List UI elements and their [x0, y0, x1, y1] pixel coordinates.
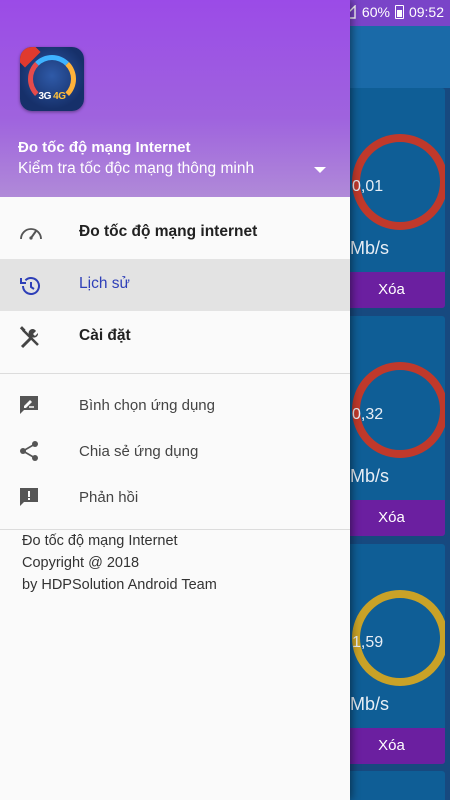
header-subtitle: Kiểm tra tốc độc mạng thông minh — [18, 160, 255, 177]
history-icon — [18, 273, 42, 297]
drawer-divider — [0, 373, 350, 374]
speedometer-icon — [18, 221, 42, 245]
feedback-icon — [18, 486, 40, 508]
speed-value: 0,32 — [352, 406, 384, 423]
menu-item-speed-test[interactable]: Đo tốc độ mạng internet — [0, 207, 350, 259]
battery-percent: 60% — [361, 4, 390, 20]
drawer-divider — [0, 529, 350, 530]
history-card[interactable]: 1,59 Mb/s Xóa — [338, 544, 445, 764]
speed-unit: Mb/s — [350, 694, 390, 714]
account-dropdown-icon[interactable] — [314, 167, 326, 173]
battery-icon — [394, 5, 404, 19]
delete-button[interactable]: Xóa — [338, 272, 445, 308]
history-card[interactable]: 0,32 Mb/s Xóa — [338, 316, 445, 536]
menu-item-label: Bình chọn ứng dụng — [79, 397, 215, 414]
menu-item-rate-app[interactable]: Bình chọn ứng dụng — [0, 384, 350, 428]
menu-item-label: Phản hồi — [79, 489, 139, 506]
tools-icon — [18, 325, 42, 349]
history-card[interactable] — [338, 771, 445, 800]
menu-item-settings[interactable]: Cài đặt — [0, 311, 350, 363]
footer-app-name: Đo tốc độ mạng Internet — [22, 533, 178, 549]
speed-value: 1,59 — [352, 634, 384, 651]
speed-value: 0,01 — [352, 178, 384, 195]
share-icon — [18, 440, 40, 462]
speed-unit: Mb/s — [350, 466, 390, 486]
history-card[interactable]: 0,01 Mb/s Xóa — [338, 88, 445, 308]
menu-item-label: Cài đặt — [79, 327, 131, 344]
menu-item-feedback[interactable]: Phản hồi — [0, 476, 350, 520]
navigation-drawer: 3G 4G Đo tốc độ mạng Internet Kiểm tra t… — [0, 0, 350, 800]
rate-icon — [18, 394, 40, 416]
menu-item-label: Chia sẻ ứng dụng — [79, 443, 199, 460]
app-logo: 3G 4G — [20, 47, 84, 111]
drawer-header: 3G 4G Đo tốc độ mạng Internet Kiểm tra t… — [0, 0, 350, 197]
menu-item-share-app[interactable]: Chia sẻ ứng dụng — [0, 430, 350, 474]
footer-credits: by HDPSolution Android Team — [22, 577, 217, 593]
menu-item-label: Lịch sử — [79, 275, 130, 292]
clock: 09:52 — [408, 4, 444, 20]
delete-button[interactable]: Xóa — [338, 728, 445, 764]
delete-button[interactable]: Xóa — [338, 500, 445, 536]
logo-text: 3G 4G — [38, 91, 66, 102]
menu-item-history[interactable]: Lịch sử — [0, 259, 350, 311]
speed-unit: Mb/s — [350, 238, 390, 258]
menu-item-label: Đo tốc độ mạng internet — [79, 223, 258, 240]
footer-copyright: Copyright @ 2018 — [22, 555, 140, 571]
header-title: Đo tốc độ mạng Internet — [18, 139, 191, 156]
